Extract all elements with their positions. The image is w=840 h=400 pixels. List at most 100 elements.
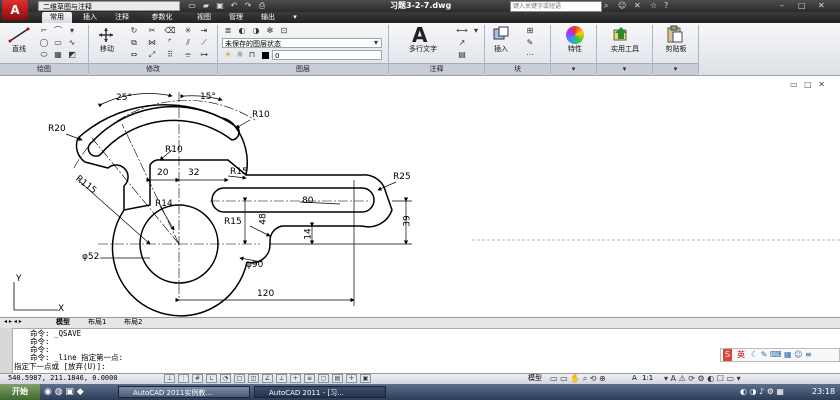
infer-constraints-toggle[interactable]: ⊥ xyxy=(164,374,175,383)
stretch-icon[interactable]: ⇔ xyxy=(128,50,140,60)
minimize-icon[interactable]: – xyxy=(780,0,784,12)
layer-freeze-icon[interactable]: ✻ xyxy=(264,26,276,36)
unlock-icon[interactable]: ⊓ xyxy=(246,50,258,60)
ime-language-label[interactable]: 英 xyxy=(737,349,745,361)
array-icon[interactable]: ⠿ xyxy=(164,50,176,60)
clipboard-icon[interactable] xyxy=(666,25,684,43)
utilities-panel-expand-icon[interactable]: ▾ xyxy=(597,63,652,75)
rotate-icon[interactable]: ↻ xyxy=(128,26,140,36)
circle-icon[interactable]: ◯ xyxy=(38,38,50,48)
table-icon[interactable]: ▤ xyxy=(456,50,468,60)
current-layer-select[interactable]: 0 xyxy=(272,50,382,60)
viewport-window-controls[interactable]: ▭ □ ✕ xyxy=(790,80,827,89)
chevron-down-icon[interactable]: ▾ xyxy=(370,38,382,48)
exchange-icon[interactable]: ✕ xyxy=(634,0,641,12)
annotation-panel-title[interactable]: 注释 xyxy=(389,63,484,75)
ime-toolbar[interactable]: S 英 ☾ ✎ ⌨ ▦ ☺ ≡ xyxy=(720,348,840,362)
properties-label[interactable]: 特性 xyxy=(558,44,592,54)
hatch-icon[interactable]: ▦ xyxy=(52,50,64,60)
favorites-icon[interactable]: ☆ xyxy=(650,0,657,12)
help-icon[interactable]: ? xyxy=(664,0,668,12)
osnap-toggle[interactable]: □ xyxy=(234,374,245,383)
block-panel-title[interactable]: 块 xyxy=(485,63,550,75)
new-icon[interactable]: ▭ xyxy=(186,1,198,11)
layer-state-select[interactable]: 未保存的图层状态 xyxy=(222,38,382,48)
tab-manage[interactable]: 管理 xyxy=(222,12,250,23)
spline-icon[interactable]: ∿ xyxy=(66,38,78,48)
coordinate-readout[interactable]: 540.5987, 211.1846, 0.0000 xyxy=(8,373,118,384)
annotation-scale-value[interactable]: 1:1 xyxy=(642,373,653,384)
block-attribute-icon[interactable]: ⋯ xyxy=(524,50,536,60)
model-space-label[interactable]: 模型 xyxy=(528,373,542,384)
erase-icon[interactable]: ⌫ xyxy=(164,26,176,36)
lineweight-toggle[interactable]: ≡ xyxy=(304,374,315,383)
save-icon[interactable]: ▣ xyxy=(214,1,226,11)
tab-output[interactable]: 输出 xyxy=(254,12,282,23)
quick-view-icons[interactable]: ▭ ▭ ✋ ⌕ ⟲ ⊕ xyxy=(550,373,606,384)
command-window-grip[interactable] xyxy=(0,328,13,373)
offset-icon[interactable]: ⫽ xyxy=(182,38,194,48)
transparency-toggle[interactable]: ▢ xyxy=(318,374,329,383)
dimension-icon[interactable]: ⟷ xyxy=(456,26,468,36)
properties-panel-expand-icon[interactable]: ▾ xyxy=(551,63,596,75)
move-tool-icon[interactable] xyxy=(96,27,116,43)
drawing-canvas[interactable]: 25° 15° R10 R20 R10 R115 20 32 R15 R25 R… xyxy=(0,76,840,317)
print-icon[interactable]: ⎙ xyxy=(256,1,268,11)
properties-icon[interactable] xyxy=(566,26,584,44)
copy-icon[interactable]: ⧉ xyxy=(128,38,140,48)
ime-tools-icons[interactable]: ☾ ✎ ⌨ ▦ ☺ ≡ xyxy=(751,349,812,361)
trim-icon[interactable]: ✂ xyxy=(146,26,158,36)
redo-icon[interactable]: ↷ xyxy=(242,1,254,11)
explode-icon[interactable]: ✳ xyxy=(182,26,194,36)
layout-nav-arrows-icon[interactable]: ◂ ▸ ◂ ▸ xyxy=(4,317,48,327)
lightbulb-icon[interactable]: ☀ xyxy=(222,50,234,60)
command-window[interactable] xyxy=(0,328,840,374)
extend-icon[interactable]: ⇥ xyxy=(198,26,210,36)
taskbar-item-autocad[interactable]: AutoCAD 2011 - [习... xyxy=(254,386,386,398)
layer-lock-icon[interactable]: ⊡ xyxy=(278,26,290,36)
sogou-icon[interactable]: S xyxy=(723,349,733,361)
layer-properties-icon[interactable]: ≣ xyxy=(222,26,234,36)
ducs-toggle[interactable]: ⟂ xyxy=(276,374,287,383)
region-icon[interactable]: ◩ xyxy=(66,50,78,60)
utilities-label[interactable]: 实用工具 xyxy=(600,44,650,54)
system-tray-icons[interactable]: ◐ ◑ ♪ ⚙ ▦ xyxy=(740,386,784,398)
tab-layout1[interactable]: 布局1 xyxy=(88,317,106,327)
snap-toggle[interactable]: ⋮ xyxy=(178,374,189,383)
selection-cycling-toggle[interactable]: ✛ xyxy=(346,374,357,383)
undo-icon[interactable]: ↶ xyxy=(228,1,240,11)
layer-isolate-icon[interactable]: ◑ xyxy=(250,26,262,36)
open-icon[interactable]: ▰ xyxy=(200,1,212,11)
annotation-dropdown-icon[interactable]: ▾ xyxy=(470,26,482,36)
ellipse-icon[interactable]: ⬭ xyxy=(38,50,50,60)
quick-launch-icons[interactable]: ◉ ◍ ▣ ◆ xyxy=(44,386,84,398)
tab-view[interactable]: 视图 xyxy=(190,12,218,23)
clipboard-panel-expand-icon[interactable]: ▾ xyxy=(653,63,698,75)
leader-icon[interactable]: ↗ xyxy=(456,38,468,48)
tab-insert[interactable]: 插入 xyxy=(76,12,104,23)
tab-annotate[interactable]: 注释 xyxy=(108,12,136,23)
annotation-scale-icon[interactable]: A xyxy=(632,373,637,384)
workspace-selector[interactable]: 二维草图与注释 xyxy=(38,1,180,11)
fillet-icon[interactable]: ⌜ xyxy=(164,38,176,48)
tab-home[interactable]: 常用 xyxy=(42,12,72,23)
dyn-toggle[interactable]: + xyxy=(290,374,301,383)
mirror-icon[interactable]: ⋈ xyxy=(146,38,158,48)
insert-block-icon[interactable] xyxy=(492,26,510,42)
close-icon[interactable]: ✕ xyxy=(818,0,825,12)
rectangle-icon[interactable]: ▭ xyxy=(52,38,64,48)
edit-block-icon[interactable]: ✎ xyxy=(524,38,536,48)
system-clock[interactable]: 23:18 xyxy=(812,384,835,400)
mtext-icon[interactable]: A xyxy=(412,24,427,46)
clipboard-label[interactable]: 剪贴板 xyxy=(656,44,696,54)
taskbar-item-tutorial[interactable]: AutoCAD 2011实例教... xyxy=(118,386,250,398)
grid-toggle[interactable]: # xyxy=(192,374,203,383)
polar-toggle[interactable]: ◔ xyxy=(220,374,231,383)
tab-overflow-icon[interactable]: ▾ xyxy=(288,12,302,23)
start-button[interactable]: 开始 xyxy=(0,384,40,400)
status-tray-icons[interactable]: ▾ A ⚠ ⟳ ⚙ ◐ ☐ ▭ ▾ xyxy=(664,373,741,384)
layer-panel-title[interactable]: 图层 xyxy=(218,63,388,75)
chamfer-icon[interactable]: ⟋ xyxy=(198,38,210,48)
scale-icon[interactable]: ⤢ xyxy=(146,50,158,60)
ortho-toggle[interactable]: ∟ xyxy=(206,374,217,383)
